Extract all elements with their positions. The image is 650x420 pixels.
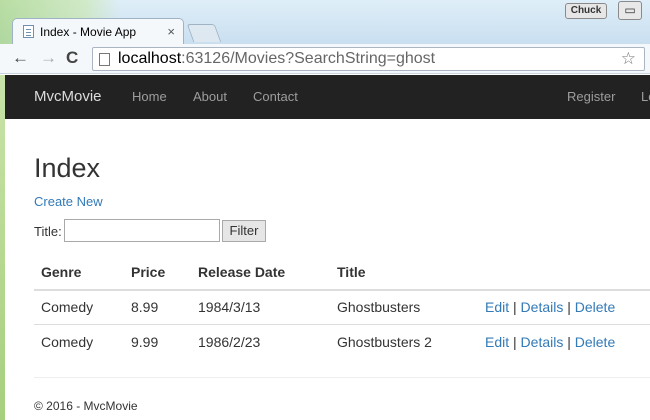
- bookmark-star-icon[interactable]: ☆: [621, 49, 636, 69]
- edit-link[interactable]: Edit: [485, 299, 509, 315]
- details-link[interactable]: Details: [521, 334, 564, 350]
- browser-titlebar: Index - Movie App × Chuck ▭: [0, 0, 650, 44]
- cell-genre: Comedy: [41, 299, 94, 315]
- cell-price: 9.99: [131, 334, 159, 350]
- url-text: localhost:63126/Movies?SearchString=ghos…: [118, 50, 435, 68]
- nav-login-link[interactable]: Log in: [641, 89, 650, 104]
- page-favicon-icon: [23, 25, 34, 38]
- page-icon: [99, 52, 110, 66]
- cell-price: 8.99: [131, 299, 159, 315]
- browser-toolbar: ← → C localhost:63126/Movies?SearchStrin…: [0, 44, 650, 74]
- delete-link[interactable]: Delete: [575, 334, 615, 350]
- row-actions: Edit | Details | Delete: [485, 334, 615, 350]
- action-separator: |: [513, 334, 517, 350]
- nav-home-link[interactable]: Home: [132, 89, 167, 104]
- cell-title: Ghostbusters: [337, 299, 421, 315]
- new-tab-button[interactable]: [186, 24, 222, 42]
- site-navbar: MvcMovie Home About Contact Register Log…: [5, 75, 650, 119]
- filter-title-label: Title:: [34, 224, 62, 239]
- nav-about-link[interactable]: About: [193, 89, 227, 104]
- tab-title: Index - Movie App: [40, 24, 137, 39]
- column-header-release-date: Release Date: [198, 264, 286, 280]
- action-separator: |: [513, 299, 517, 315]
- page-content: Index Create New Title: Filter Genre Pri…: [5, 119, 650, 420]
- footer-divider: [34, 377, 650, 378]
- table-header-divider: [34, 289, 650, 291]
- details-link[interactable]: Details: [521, 299, 564, 315]
- column-header-genre: Genre: [41, 264, 82, 280]
- row-divider: [34, 324, 650, 325]
- delete-link[interactable]: Delete: [575, 299, 615, 315]
- cell-release-date: 1984/3/13: [198, 299, 261, 315]
- browser-tab[interactable]: Index - Movie App ×: [12, 18, 184, 44]
- address-bar[interactable]: localhost:63126/Movies?SearchString=ghos…: [92, 47, 645, 71]
- tab-close-icon[interactable]: ×: [167, 24, 175, 39]
- filter-button[interactable]: Filter: [222, 220, 266, 242]
- nav-contact-link[interactable]: Contact: [253, 89, 298, 104]
- action-separator: |: [567, 299, 571, 315]
- minimize-icon[interactable]: ▭: [618, 1, 642, 20]
- row-actions: Edit | Details | Delete: [485, 299, 615, 315]
- url-host: localhost: [118, 50, 182, 67]
- edit-link[interactable]: Edit: [485, 334, 509, 350]
- column-header-price: Price: [131, 264, 166, 280]
- forward-arrow-icon[interactable]: →: [40, 48, 57, 68]
- create-new-link[interactable]: Create New: [34, 194, 103, 209]
- url-path: :63126/Movies?SearchString=ghost: [181, 50, 436, 67]
- reload-icon[interactable]: C: [66, 48, 78, 68]
- footer-copyright: © 2016 - MvcMovie: [34, 399, 138, 413]
- page-title: Index: [34, 153, 101, 183]
- brand-link[interactable]: MvcMovie: [34, 88, 102, 105]
- cell-release-date: 1986/2/23: [198, 334, 261, 350]
- nav-register-link[interactable]: Register: [567, 89, 615, 104]
- back-arrow-icon[interactable]: ←: [12, 48, 29, 68]
- action-separator: |: [567, 334, 571, 350]
- cell-title: Ghostbusters 2: [337, 334, 432, 350]
- cell-genre: Comedy: [41, 334, 94, 350]
- title-filter-input[interactable]: [64, 219, 220, 242]
- user-profile-badge[interactable]: Chuck: [565, 3, 607, 19]
- column-header-title: Title: [337, 264, 366, 280]
